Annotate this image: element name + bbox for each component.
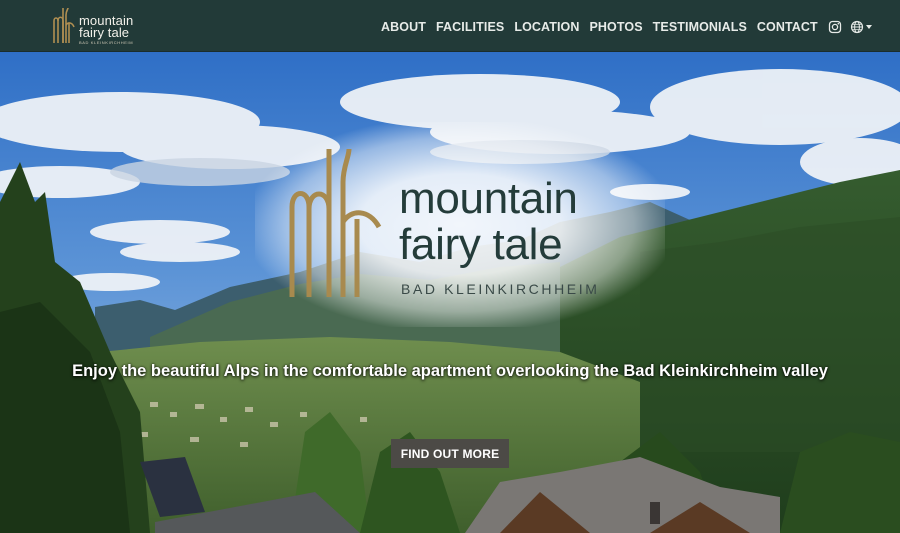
language-selector[interactable] [850,20,872,34]
hero-logo: mountain fairy tale BAD KLEINKIRCHHEIM [255,122,665,327]
navbar: mountain fairy tale BAD KLEINKIRCHHEIM A… [0,0,900,52]
globe-icon [850,20,863,34]
hero-logo-line1: mountain [399,174,578,223]
hero-tagline: Enjoy the beautiful Alps in the comforta… [72,362,828,380]
main-nav: ABOUT FACILITIES LOCATION PHOTOS TESTIMO… [381,19,872,35]
brand-line3: BAD KLEINKIRCHHEIM [79,40,134,45]
find-out-more-button[interactable]: FIND OUT MORE [391,439,509,468]
chevron-down-icon [865,25,872,29]
instagram-icon[interactable] [828,20,842,34]
nav-photos[interactable]: PHOTOS [589,20,642,34]
nav-location[interactable]: LOCATION [514,20,579,34]
nav-testimonials[interactable]: TESTIMONIALS [653,20,747,34]
hero-section: mountain fairy tale BAD KLEINKIRCHHEIM E… [0,52,900,533]
nav-about[interactable]: ABOUT [381,20,426,34]
nav-facilities[interactable]: FACILITIES [436,20,504,34]
brand-logo-link[interactable]: mountain fairy tale BAD KLEINKIRCHHEIM [52,7,152,47]
hero-logo-line2: fairy tale [399,220,563,269]
logo-mark-icon [289,148,382,297]
hero-logo-line3: BAD KLEINKIRCHHEIM [401,281,600,297]
logo-mark-icon [53,7,75,43]
nav-contact[interactable]: CONTACT [757,20,818,34]
brand-line2: fairy tale [79,25,130,40]
